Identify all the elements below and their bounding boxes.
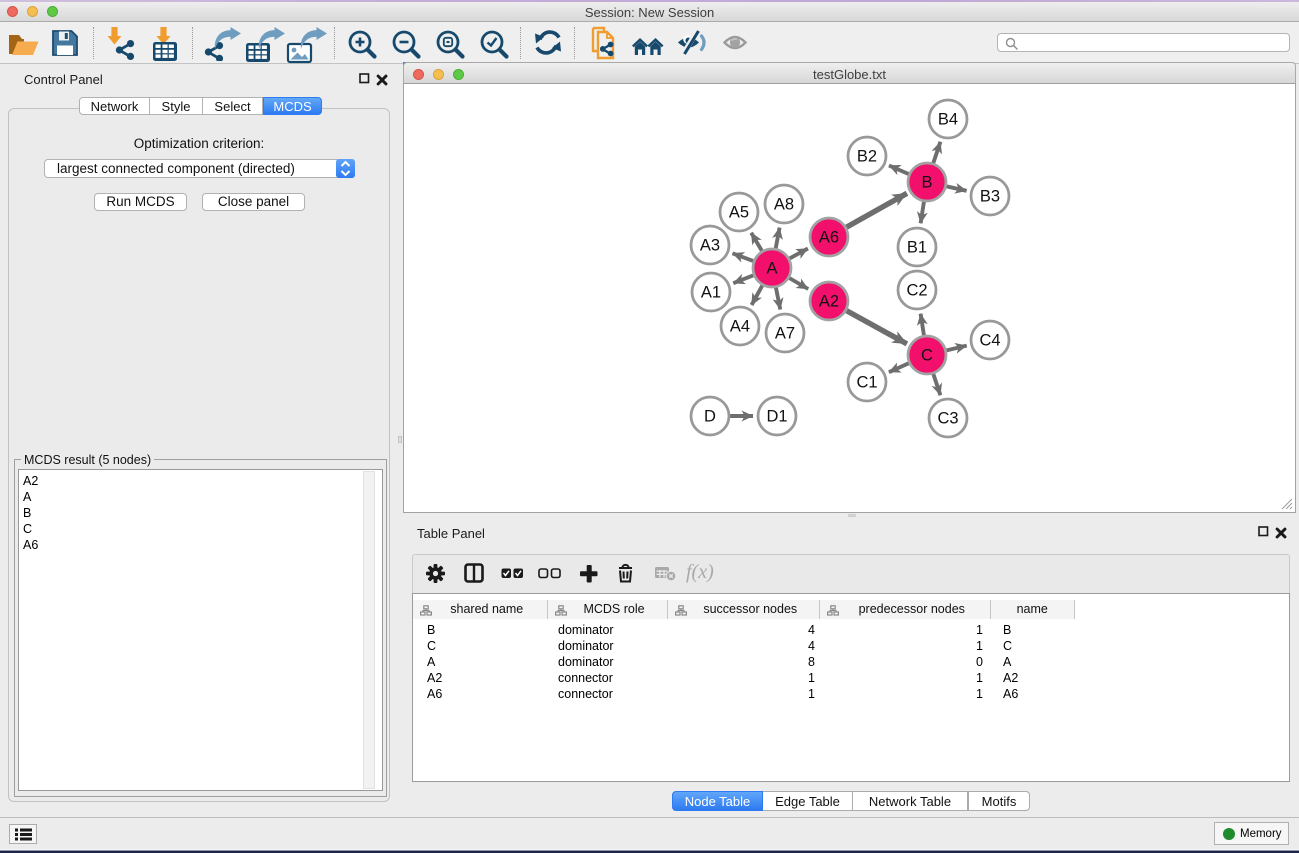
svg-text:A2: A2	[819, 293, 839, 311]
svg-text:A3: A3	[700, 237, 720, 255]
svg-text:B1: B1	[907, 239, 927, 257]
svg-text:C: C	[921, 347, 933, 365]
svg-text:C2: C2	[906, 282, 927, 300]
svg-text:B2: B2	[857, 148, 877, 166]
svg-text:A6: A6	[819, 229, 839, 247]
svg-text:D: D	[704, 408, 716, 426]
svg-text:A: A	[766, 260, 777, 278]
svg-text:C3: C3	[937, 410, 958, 428]
svg-text:A1: A1	[701, 284, 721, 302]
svg-text:A7: A7	[775, 325, 795, 343]
svg-text:A4: A4	[730, 318, 750, 336]
svg-text:D1: D1	[766, 408, 787, 426]
svg-text:A8: A8	[774, 196, 794, 214]
svg-text:C1: C1	[856, 374, 877, 392]
svg-text:B3: B3	[980, 188, 1000, 206]
svg-text:C4: C4	[979, 332, 1000, 350]
svg-text:B4: B4	[938, 111, 958, 129]
svg-text:A5: A5	[729, 204, 749, 222]
svg-text:B: B	[921, 174, 932, 192]
